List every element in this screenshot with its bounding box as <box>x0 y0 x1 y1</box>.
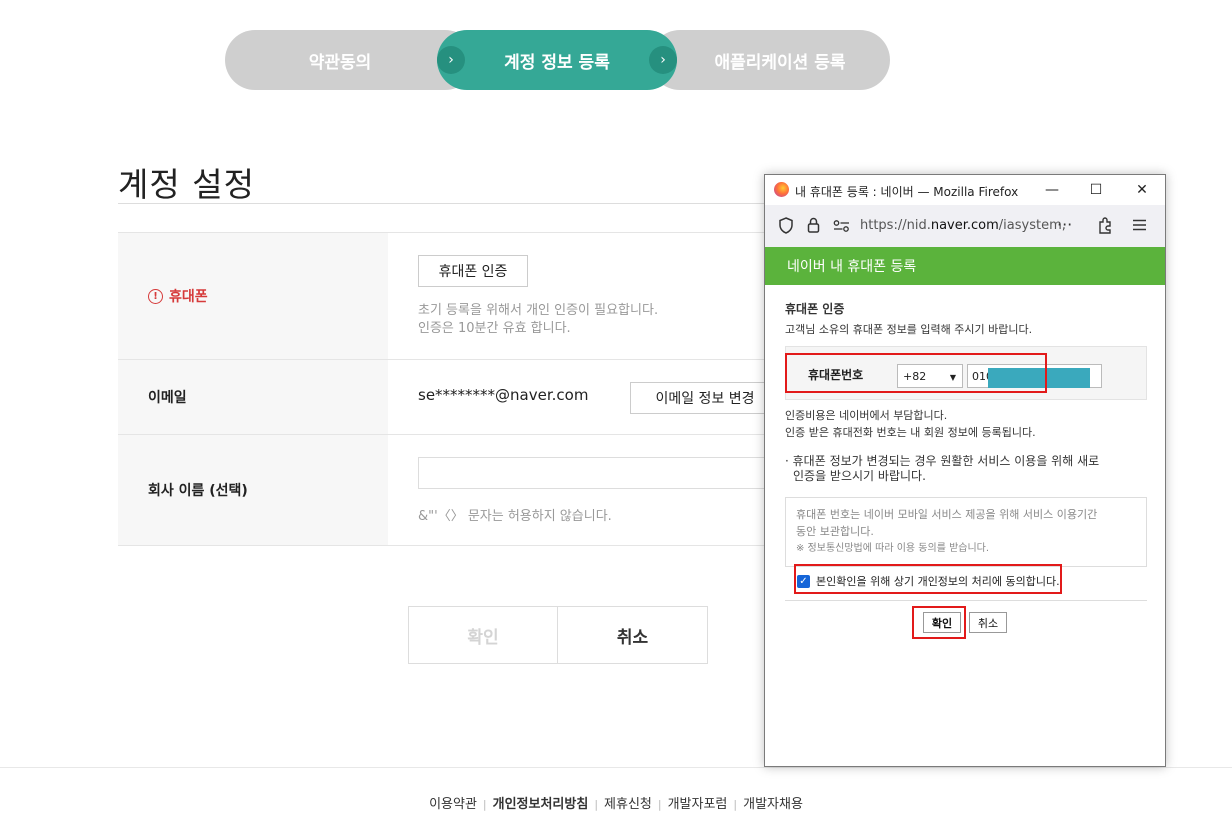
minimize-icon[interactable]: — <box>1041 179 1063 201</box>
footer-link-terms[interactable]: 이용약관 <box>429 797 477 812</box>
terms-line3: ※ 정보통신망법에 따라 이용 동의를 받습니다. <box>796 543 990 554</box>
email-value: se********@naver.com <box>418 386 589 404</box>
footer-separator: | <box>733 798 738 811</box>
footer-separator: | <box>594 798 599 811</box>
email-row: 이메일 se********@naver.com 이메일 정보 변경 <box>118 360 780 435</box>
company-row: 회사 이름 (선택) &"'〈〉 문자는 허용하지 않습니다. <box>118 435 778 546</box>
change-notice: · 휴대폰 정보가 변경되는 경우 원활한 서비스 이용을 위해 새로 인증을 … <box>785 454 1147 484</box>
more-icon[interactable]: ··· <box>1057 215 1072 234</box>
footer-links: 이용약관 | 개인정보처리방침 | 제휴신청 | 개발자포럼 | 개발자채용 <box>0 793 1232 812</box>
highlight-box <box>794 564 1062 594</box>
menu-icon[interactable] <box>1132 219 1147 231</box>
phone-help-text: 초기 등록을 위해서 개인 인증이 필요합니다. 인증은 10분간 유효 합니다… <box>418 302 658 338</box>
footer-link-dev-jobs[interactable]: 개발자채용 <box>743 797 803 812</box>
footer-link-privacy[interactable]: 개인정보처리방침 <box>493 797 589 812</box>
popup-cancel-button[interactable]: 취소 <box>969 612 1007 633</box>
signup-steps: 약관동의 애플리케이션 등록 계정 정보 등록 › › <box>225 30 890 90</box>
permissions-icon[interactable] <box>833 220 850 232</box>
email-label: 이메일 <box>118 360 388 434</box>
window-title: 내 휴대폰 등록 : 네이버 — Mozilla Firefox <box>795 185 1019 199</box>
change-notice-line1: · 휴대폰 정보가 변경되는 경우 원활한 서비스 이용을 위해 새로 <box>785 454 1100 468</box>
window-titlebar[interactable]: 내 휴대폰 등록 : 네이버 — Mozilla Firefox — ☐ ✕ <box>765 175 1165 205</box>
phone-label-text: 휴대폰 <box>169 289 208 305</box>
step-app-register-label: 애플리케이션 등록 <box>714 52 846 73</box>
phone-cost-notes: 인증비용은 네이버에서 부담합니다. 인증 받은 휴대전화 번호는 내 회원 정… <box>785 407 1147 441</box>
terms-line2: 동안 보관합니다. <box>796 525 874 538</box>
close-icon[interactable]: ✕ <box>1131 179 1153 201</box>
chevron-right-icon: › <box>649 46 677 74</box>
footer-link-partnership[interactable]: 제휴신청 <box>604 797 652 812</box>
step-app-register: 애플리케이션 등록 <box>650 30 890 90</box>
extensions-icon[interactable] <box>1097 216 1114 234</box>
firefox-icon <box>774 182 789 197</box>
url-text[interactable]: https://nid.naver.com/iasystem, <box>860 218 1066 233</box>
footer-link-dev-forum[interactable]: 개발자포럼 <box>668 797 728 812</box>
highlight-box <box>912 606 966 639</box>
register-note: 인증 받은 휴대전화 번호는 내 회원 정보에 등록됩니다. <box>785 426 1036 439</box>
chevron-right-icon: › <box>437 46 465 74</box>
terms-line1: 휴대폰 번호는 네이버 모바일 서비스 제공을 위해 서비스 이용기간 <box>796 508 1098 521</box>
url-domain: naver.com <box>930 218 999 233</box>
cost-note: 인증비용은 네이버에서 부담합니다. <box>785 409 948 422</box>
url-prefix: https://nid. <box>860 218 931 233</box>
warning-icon: ! <box>148 288 163 304</box>
phone-row: ! 휴대폰 휴대폰 인증 초기 등록을 위해서 개인 인증이 필요합니다. 인증… <box>118 233 778 360</box>
phone-auth-title: 휴대폰 인증 <box>785 302 845 316</box>
company-name-input[interactable] <box>418 457 778 489</box>
change-notice-line2: 인증을 받으시기 바랍니다. <box>793 469 926 483</box>
url-path: /iasystem, <box>998 218 1066 233</box>
phone-help-line2: 인증은 10분간 유효 합니다. <box>418 321 571 336</box>
phone-register-popup: 내 휴대폰 등록 : 네이버 — Mozilla Firefox — ☐ ✕ h… <box>764 174 1166 767</box>
popup-header: 네이버 내 휴대폰 등록 <box>765 247 1165 285</box>
phone-label: ! 휴대폰 <box>118 233 388 359</box>
footer-separator: | <box>657 798 662 811</box>
cancel-button[interactable]: 취소 <box>557 606 708 664</box>
account-form: ! 휴대폰 휴대폰 인증 초기 등록을 위해서 개인 인증이 필요합니다. 인증… <box>118 232 780 546</box>
maximize-icon[interactable]: ☐ <box>1085 179 1107 201</box>
popup-divider <box>785 600 1147 601</box>
step-terms-label: 약관동의 <box>308 52 372 73</box>
step-account-info: 계정 정보 등록 <box>437 30 677 90</box>
step-account-info-label: 계정 정보 등록 <box>504 52 610 73</box>
company-help-text: &"'〈〉 문자는 허용하지 않습니다. <box>418 509 612 524</box>
phone-auth-subtitle: 고객님 소유의 휴대폰 정보를 입력해 주시기 바랍니다. <box>785 323 1033 336</box>
shield-icon[interactable] <box>778 217 794 234</box>
title-divider <box>118 203 768 204</box>
email-change-button[interactable]: 이메일 정보 변경 <box>630 382 780 414</box>
company-label: 회사 이름 (선택) <box>118 435 388 545</box>
terms-box[interactable]: 휴대폰 번호는 네이버 모바일 서비스 제공을 위해 서비스 이용기간 동안 보… <box>785 497 1147 567</box>
address-bar: https://nid.naver.com/iasystem, ··· <box>765 205 1165 248</box>
page-title: 계정 설정 <box>118 165 255 204</box>
highlight-box <box>785 353 1047 393</box>
phone-help-line1: 초기 등록을 위해서 개인 인증이 필요합니다. <box>418 303 659 318</box>
footer-separator: | <box>482 798 487 811</box>
phone-verify-button[interactable]: 휴대폰 인증 <box>418 255 528 287</box>
lock-icon[interactable] <box>807 217 820 233</box>
confirm-button[interactable]: 확인 <box>408 606 558 664</box>
footer-divider <box>0 767 1232 768</box>
